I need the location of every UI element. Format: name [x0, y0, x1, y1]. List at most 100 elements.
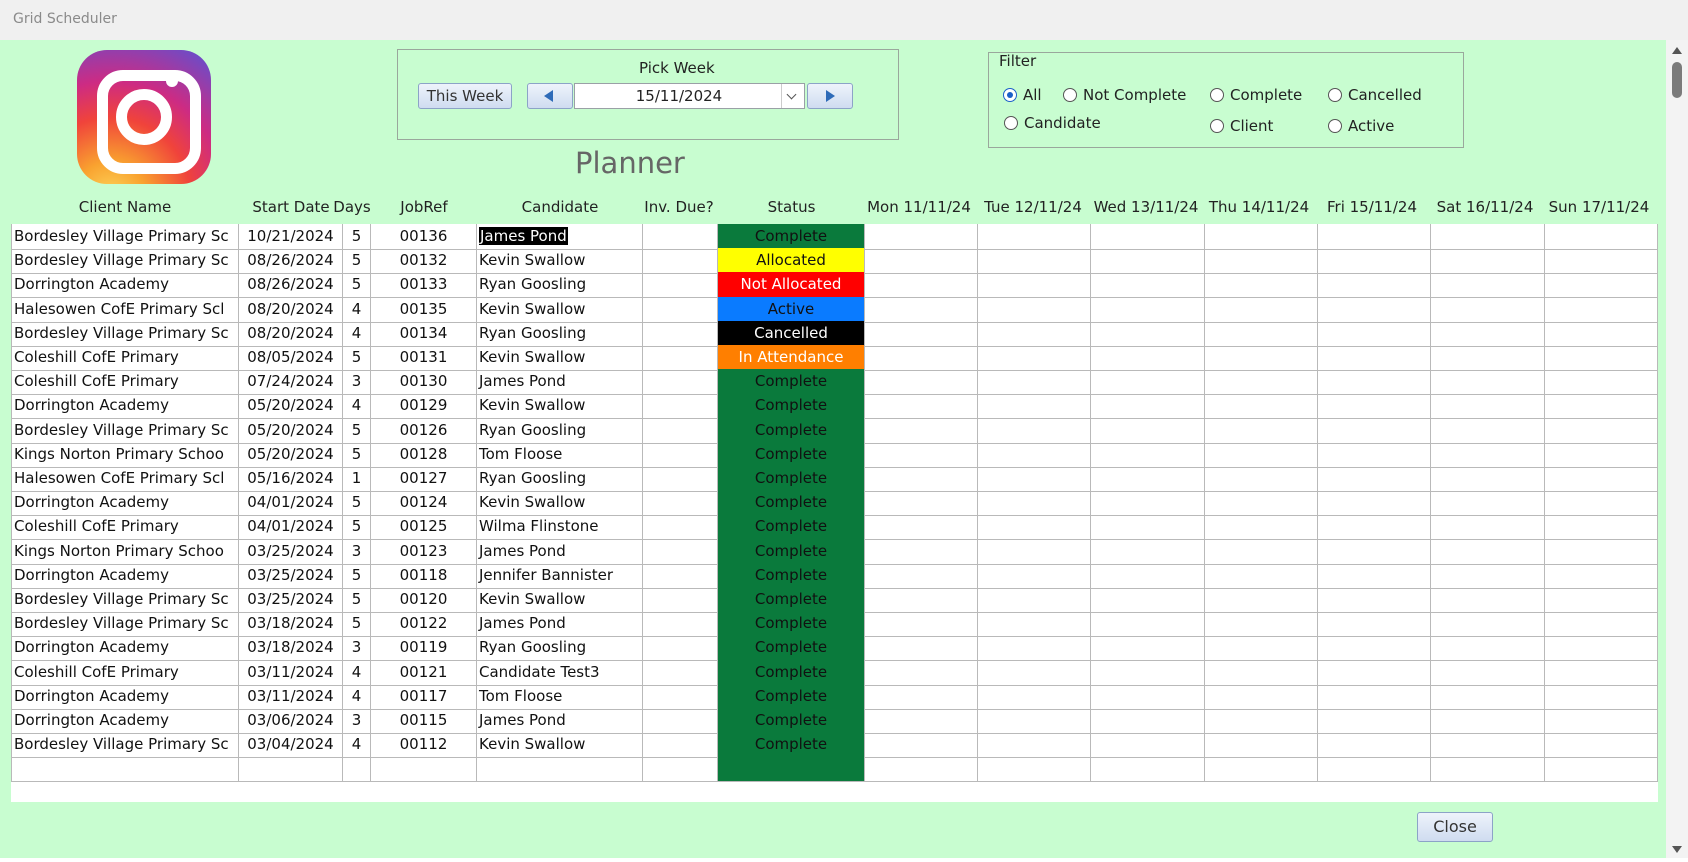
day-cell[interactable]: [1091, 441, 1205, 468]
day-cell[interactable]: [978, 659, 1091, 686]
day-cell[interactable]: [865, 756, 978, 783]
day-cell[interactable]: [1431, 514, 1545, 541]
table-row[interactable]: Dorrington Academy 03/18/2024 3 00119 Ryan G…: [11, 635, 1658, 662]
day-cell[interactable]: [865, 659, 978, 686]
day-cell[interactable]: [1205, 248, 1318, 275]
start-date-cell[interactable]: 03/18/2024: [239, 611, 343, 638]
days-cell[interactable]: 4: [343, 393, 371, 420]
day-cell[interactable]: [1431, 562, 1545, 589]
status-cell[interactable]: Complete: [718, 562, 865, 589]
day-cell[interactable]: [865, 417, 978, 444]
jobref-cell[interactable]: 00136: [371, 224, 477, 250]
jobref-cell[interactable]: 00119: [371, 635, 477, 662]
day-cell[interactable]: [1431, 683, 1545, 710]
days-cell[interactable]: 4: [343, 683, 371, 710]
day-cell[interactable]: [865, 732, 978, 759]
day-cell[interactable]: [1318, 248, 1431, 275]
day-cell[interactable]: [1545, 514, 1658, 541]
day-cell[interactable]: [1318, 441, 1431, 468]
status-cell[interactable]: Allocated: [718, 248, 865, 275]
candidate-cell[interactable]: Ryan Goosling: [477, 635, 643, 662]
days-cell[interactable]: 3: [343, 538, 371, 565]
day-cell[interactable]: [1091, 466, 1205, 492]
start-date-cell[interactable]: 08/26/2024: [239, 248, 343, 275]
jobref-cell[interactable]: 00124: [371, 490, 477, 517]
candidate-cell[interactable]: Ryan Goosling: [477, 417, 643, 444]
jobref-cell[interactable]: 00112: [371, 732, 477, 759]
day-cell[interactable]: [865, 562, 978, 589]
status-cell[interactable]: Complete: [718, 369, 865, 396]
jobref-cell[interactable]: 00131: [371, 345, 477, 371]
day-cell[interactable]: [1431, 272, 1545, 299]
client-name-cell[interactable]: Dorrington Academy: [11, 708, 239, 734]
table-row[interactable]: Kings Norton Primary Schoo 03/25/2024 3 001…: [11, 538, 1658, 565]
inv-due-cell[interactable]: [643, 296, 718, 323]
day-cell[interactable]: [1205, 320, 1318, 347]
days-cell[interactable]: [343, 756, 371, 783]
inv-due-cell[interactable]: [643, 635, 718, 662]
this-week-button[interactable]: This Week: [418, 83, 512, 109]
day-cell[interactable]: [1431, 538, 1545, 565]
table-row[interactable]: Bordesley Village Primary Sc 03/25/2024 5 0…: [11, 587, 1658, 613]
inv-due-cell[interactable]: [643, 320, 718, 347]
day-cell[interactable]: [1545, 320, 1658, 347]
days-cell[interactable]: 5: [343, 490, 371, 517]
client-name-cell[interactable]: Bordesley Village Primary Sc: [11, 248, 239, 275]
table-row[interactable]: Dorrington Academy 03/06/2024 3 00115 James …: [11, 708, 1658, 734]
client-name-cell[interactable]: Dorrington Academy: [11, 635, 239, 662]
start-date-cell[interactable]: 03/11/2024: [239, 659, 343, 686]
day-cell[interactable]: [978, 587, 1091, 613]
day-cell[interactable]: [1205, 369, 1318, 396]
table-row[interactable]: Dorrington Academy 03/11/2024 4 00117 Tom Fl…: [11, 683, 1658, 710]
day-cell[interactable]: [865, 224, 978, 250]
start-date-cell[interactable]: 03/04/2024: [239, 732, 343, 759]
status-cell[interactable]: In Attendance: [718, 345, 865, 371]
selected-candidate-text[interactable]: James Pond: [479, 227, 568, 245]
day-cell[interactable]: [1545, 417, 1658, 444]
candidate-cell[interactable]: Tom Floose: [477, 441, 643, 468]
start-date-cell[interactable]: 04/01/2024: [239, 514, 343, 541]
start-date-cell[interactable]: 07/24/2024: [239, 369, 343, 396]
day-cell[interactable]: [1318, 369, 1431, 396]
day-cell[interactable]: [1431, 611, 1545, 638]
inv-due-cell[interactable]: [643, 683, 718, 710]
status-cell[interactable]: Complete: [718, 683, 865, 710]
day-cell[interactable]: [865, 635, 978, 662]
client-name-cell[interactable]: Kings Norton Primary Schoo: [11, 538, 239, 565]
day-cell[interactable]: [865, 708, 978, 734]
day-cell[interactable]: [1545, 393, 1658, 420]
day-cell[interactable]: [1545, 296, 1658, 323]
day-cell[interactable]: [865, 369, 978, 396]
day-cell[interactable]: [1318, 587, 1431, 613]
scroll-down-icon[interactable]: [1672, 846, 1682, 853]
day-cell[interactable]: [1205, 659, 1318, 686]
start-date-cell[interactable]: 10/21/2024: [239, 224, 343, 250]
client-name-cell[interactable]: Dorrington Academy: [11, 490, 239, 517]
day-cell[interactable]: [1545, 248, 1658, 275]
days-cell[interactable]: 4: [343, 296, 371, 323]
status-cell[interactable]: Complete: [718, 635, 865, 662]
day-cell[interactable]: [1205, 756, 1318, 783]
inv-due-cell[interactable]: [643, 224, 718, 250]
inv-due-cell[interactable]: [643, 393, 718, 420]
day-cell[interactable]: [1318, 611, 1431, 638]
days-cell[interactable]: 1: [343, 466, 371, 492]
inv-due-cell[interactable]: [643, 587, 718, 613]
client-name-cell[interactable]: Bordesley Village Primary Sc: [11, 611, 239, 638]
day-cell[interactable]: [865, 683, 978, 710]
day-cell[interactable]: [1205, 514, 1318, 541]
day-cell[interactable]: [1545, 659, 1658, 686]
day-cell[interactable]: [1205, 272, 1318, 299]
day-cell[interactable]: [1091, 369, 1205, 396]
day-cell[interactable]: [978, 272, 1091, 299]
day-cell[interactable]: [1205, 224, 1318, 250]
inv-due-cell[interactable]: [643, 611, 718, 638]
day-cell[interactable]: [865, 320, 978, 347]
days-cell[interactable]: 5: [343, 272, 371, 299]
status-cell[interactable]: Complete: [718, 708, 865, 734]
day-cell[interactable]: [1205, 466, 1318, 492]
status-cell[interactable]: Complete: [718, 587, 865, 613]
candidate-cell[interactable]: Tom Floose: [477, 683, 643, 710]
day-cell[interactable]: [978, 441, 1091, 468]
day-cell[interactable]: [1431, 248, 1545, 275]
